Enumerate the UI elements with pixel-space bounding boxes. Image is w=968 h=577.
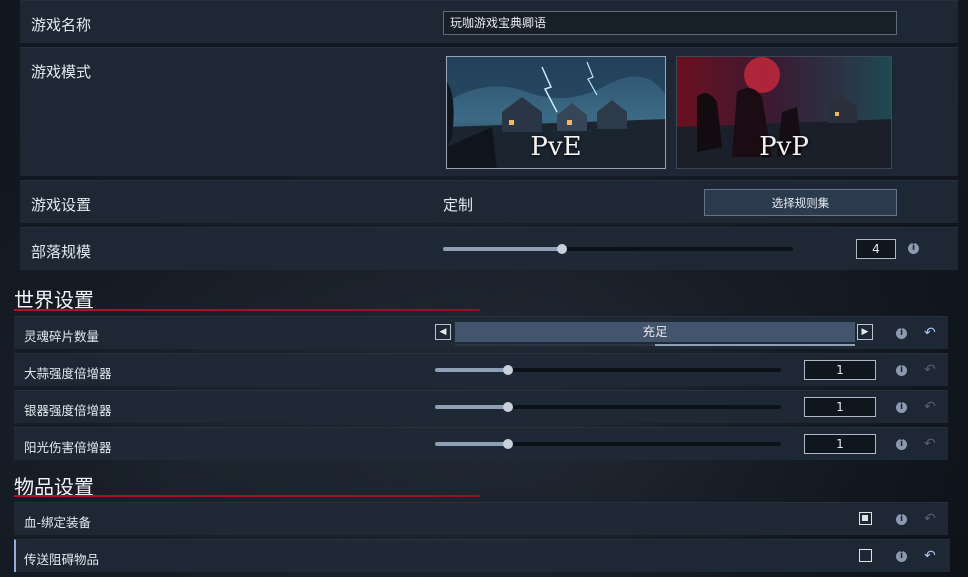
info-icon[interactable]: i <box>908 243 919 254</box>
reset-icon: ↶ <box>924 399 936 415</box>
blood-bound-label: 血-绑定装备 <box>24 515 92 530</box>
teleport-bound-row: 传送阻碍物品 i ↶ <box>14 539 950 572</box>
reset-icon: ↶ <box>924 436 936 452</box>
reset-icon[interactable]: ↶ <box>924 326 936 340</box>
info-icon[interactable]: i <box>896 514 907 525</box>
sunlight-slider[interactable] <box>435 439 781 449</box>
info-icon[interactable]: i <box>896 402 907 413</box>
arrow-right-icon[interactable]: ▶ <box>857 324 873 340</box>
game-mode-row: 游戏模式 PvE PvP <box>20 47 958 176</box>
arrow-left-icon[interactable]: ◀ <box>435 324 451 340</box>
sunlight-slider-handle[interactable] <box>502 439 513 449</box>
game-settings-value: 定制 <box>443 196 474 214</box>
info-icon[interactable]: i <box>896 328 907 339</box>
silver-label: 银器强度倍增器 <box>24 403 112 418</box>
game-mode-label: 游戏模式 <box>31 63 92 81</box>
sunlight-value[interactable]: 1 <box>804 434 876 454</box>
clan-size-value[interactable]: 4 <box>856 239 896 259</box>
blood-bound-checkbox[interactable] <box>859 512 872 525</box>
pve-mode-card[interactable]: PvE <box>446 56 666 169</box>
clan-size-row: 部落规模 4 i <box>20 227 958 270</box>
reset-icon[interactable]: ↶ <box>924 549 936 563</box>
soul-shard-row: 灵魂碎片数量 ◀ 充足 ▶ i ↶ <box>14 316 948 349</box>
pvp-mode-card[interactable]: PvP <box>676 56 892 169</box>
clan-size-slider-handle[interactable] <box>557 244 567 254</box>
pvp-label: PvP <box>759 132 809 162</box>
sunlight-row: 阳光伤害倍增器 1 i ↶ <box>14 427 948 460</box>
soul-shard-indicator <box>655 344 855 346</box>
game-settings-label: 游戏设置 <box>31 196 92 214</box>
game-settings-row: 游戏设置 定制 选择规则集 <box>20 180 958 223</box>
garlic-value[interactable]: 1 <box>804 360 876 380</box>
reset-icon: ↶ <box>924 511 936 527</box>
select-ruleset-button[interactable]: 选择规则集 <box>704 189 897 216</box>
game-name-input[interactable]: 玩咖游戏宝典卿语 <box>443 11 897 35</box>
silver-value[interactable]: 1 <box>804 397 876 417</box>
teleport-bound-label: 传送阻碍物品 <box>24 552 100 567</box>
silver-slider-handle[interactable] <box>502 402 513 412</box>
garlic-label: 大蒜强度倍增器 <box>24 366 112 381</box>
game-name-label: 游戏名称 <box>31 16 92 34</box>
info-icon[interactable]: i <box>896 439 907 450</box>
info-icon[interactable]: i <box>896 365 907 376</box>
game-name-row: 游戏名称 玩咖游戏宝典卿语 <box>20 0 958 43</box>
garlic-row: 大蒜强度倍增器 1 i ↶ <box>14 353 948 386</box>
clan-size-slider[interactable] <box>443 244 793 254</box>
blood-bound-row: 血-绑定装备 i ↶ <box>14 502 948 535</box>
silver-slider[interactable] <box>435 402 781 412</box>
sunlight-label: 阳光伤害倍增器 <box>24 440 112 455</box>
soul-shard-value: 充足 <box>642 324 668 339</box>
pve-label: PvE <box>530 132 582 162</box>
garlic-slider-handle[interactable] <box>502 365 513 375</box>
soul-shard-label: 灵魂碎片数量 <box>24 329 100 344</box>
teleport-bound-checkbox[interactable] <box>859 549 872 562</box>
item-settings-divider <box>14 495 480 497</box>
clan-size-label: 部落规模 <box>31 243 92 261</box>
soul-shard-selector[interactable]: ◀ 充足 ▶ <box>435 322 875 346</box>
world-settings-divider <box>14 309 480 311</box>
clan-size-slider-fill <box>443 247 562 251</box>
reset-icon: ↶ <box>924 362 936 378</box>
silver-row: 银器强度倍增器 1 i ↶ <box>14 390 948 423</box>
info-icon[interactable]: i <box>896 551 907 562</box>
garlic-slider[interactable] <box>435 365 781 375</box>
